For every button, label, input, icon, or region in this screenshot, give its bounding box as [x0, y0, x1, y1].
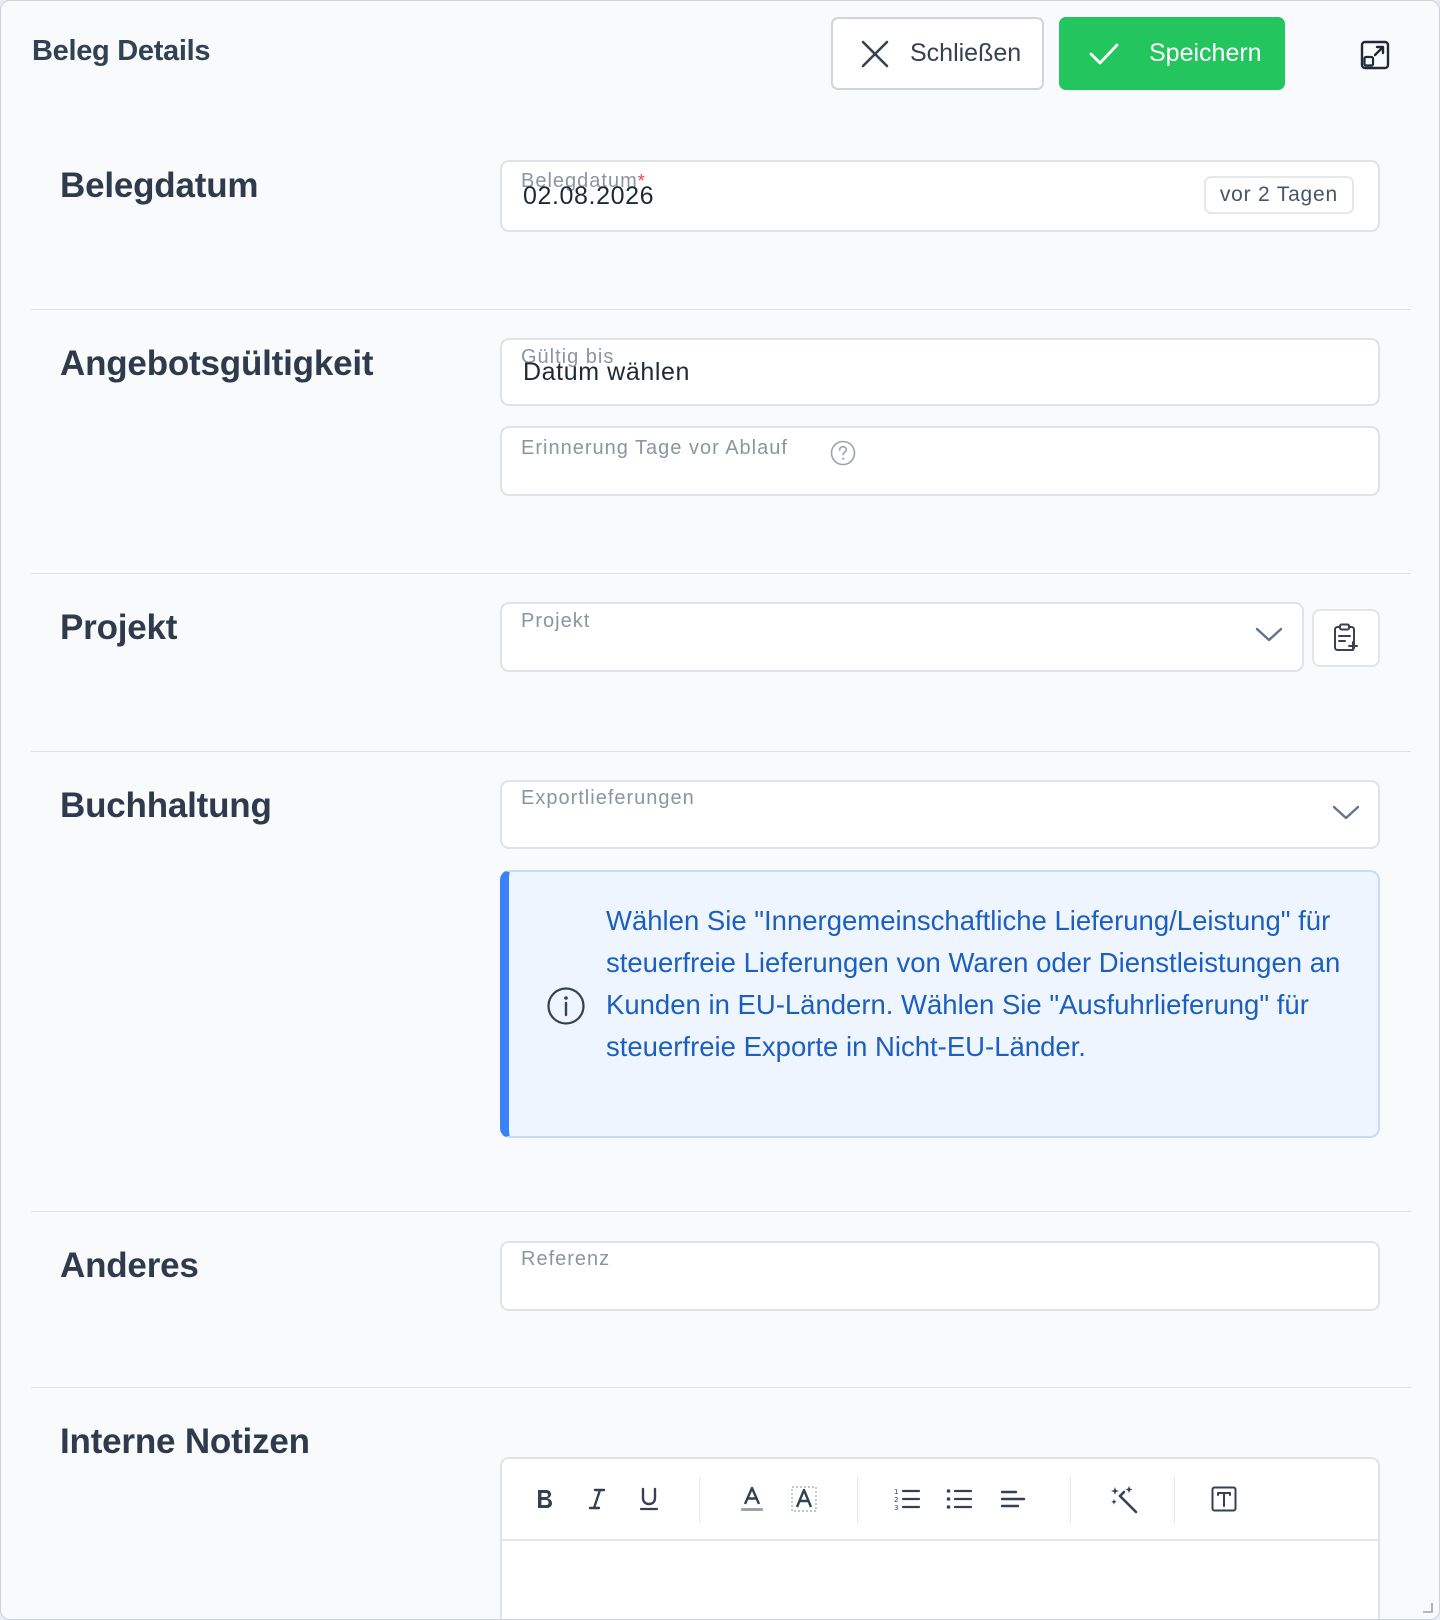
- clipboard-add-icon: [1334, 623, 1358, 651]
- divider: [31, 309, 1411, 310]
- text-color-icon[interactable]: [736, 1483, 768, 1515]
- ordered-list-icon[interactable]: 123: [891, 1483, 923, 1515]
- projekt-select[interactable]: Projekt: [500, 602, 1304, 672]
- save-button[interactable]: Speichern: [1059, 17, 1285, 90]
- editor-toolbar: 123: [502, 1459, 1378, 1541]
- svg-text:2: 2: [894, 1496, 898, 1504]
- divider: [31, 1211, 1411, 1212]
- italic-icon[interactable]: [581, 1483, 613, 1515]
- section-title-anderes: Anderes: [60, 1246, 199, 1285]
- divider: [31, 1387, 1411, 1388]
- belegdatum-value: 02.08.2026: [523, 182, 655, 210]
- toolbar-separator: [1174, 1477, 1175, 1523]
- divider: [31, 751, 1411, 752]
- save-button-label: Speichern: [1149, 39, 1262, 67]
- section-title-notizen: Interne Notizen: [60, 1422, 310, 1461]
- beleg-details-panel: Beleg Details Schließen Speichern Belegd…: [0, 0, 1440, 1620]
- belegdatum-field[interactable]: Belegdatum* 02.08.2026 vor 2 Tagen: [500, 160, 1380, 232]
- check-icon: [1089, 43, 1119, 64]
- svg-text:3: 3: [894, 1504, 898, 1512]
- page-title: Beleg Details: [32, 35, 211, 67]
- reference-label: Referenz: [521, 1248, 611, 1270]
- highlight-icon[interactable]: [788, 1483, 820, 1515]
- chevron-down-icon: [1332, 805, 1360, 820]
- divider: [31, 573, 1411, 574]
- notes-editor[interactable]: 123: [500, 1457, 1380, 1619]
- add-project-button[interactable]: [1312, 609, 1380, 667]
- info-icon: [547, 987, 585, 1025]
- toolbar-separator: [1070, 1477, 1071, 1523]
- valid-until-value: Datum wählen: [523, 358, 691, 386]
- close-icon: [861, 40, 889, 67]
- bold-icon[interactable]: [529, 1483, 561, 1515]
- buchhaltung-label: Exportlieferungen: [521, 787, 695, 809]
- section-title-gueltigkeit: Angebotsgültigkeit: [60, 344, 374, 383]
- info-alert: Wählen Sie "Innergemeinschaftliche Liefe…: [500, 870, 1380, 1138]
- expand-icon[interactable]: [1359, 39, 1391, 71]
- resize-grip-icon[interactable]: [1419, 1599, 1433, 1613]
- close-button[interactable]: Schließen: [831, 17, 1044, 90]
- valid-until-field[interactable]: Gültig bis Datum wählen: [500, 338, 1380, 406]
- info-text: Wählen Sie "Innergemeinschaftliche Liefe…: [606, 905, 1341, 1062]
- toolbar-separator: [857, 1477, 858, 1523]
- underline-icon[interactable]: [633, 1483, 665, 1515]
- reference-field[interactable]: Referenz: [500, 1241, 1380, 1311]
- section-title-belegdatum: Belegdatum: [60, 166, 259, 205]
- chevron-down-icon: [1255, 627, 1283, 642]
- text-box-icon[interactable]: [1208, 1483, 1240, 1515]
- projekt-label: Projekt: [521, 610, 591, 632]
- relative-date-badge: vor 2 Tagen: [1203, 176, 1354, 214]
- buchhaltung-select[interactable]: Exportlieferungen: [500, 780, 1380, 849]
- reminder-days-label: Erinnerung Tage vor Ablauf: [521, 437, 788, 459]
- reminder-days-field[interactable]: Erinnerung Tage vor Ablauf: [500, 426, 1380, 496]
- close-button-label: Schließen: [910, 39, 1022, 67]
- section-title-projekt: Projekt: [60, 608, 178, 647]
- svg-text:1: 1: [894, 1488, 898, 1496]
- section-title-buchhaltung: Buchhaltung: [60, 786, 272, 825]
- align-left-icon[interactable]: [997, 1483, 1029, 1515]
- help-icon[interactable]: [830, 440, 856, 471]
- bullet-list-icon[interactable]: [943, 1483, 975, 1515]
- toolbar-separator: [699, 1477, 700, 1523]
- magic-wand-icon[interactable]: [1109, 1483, 1141, 1515]
